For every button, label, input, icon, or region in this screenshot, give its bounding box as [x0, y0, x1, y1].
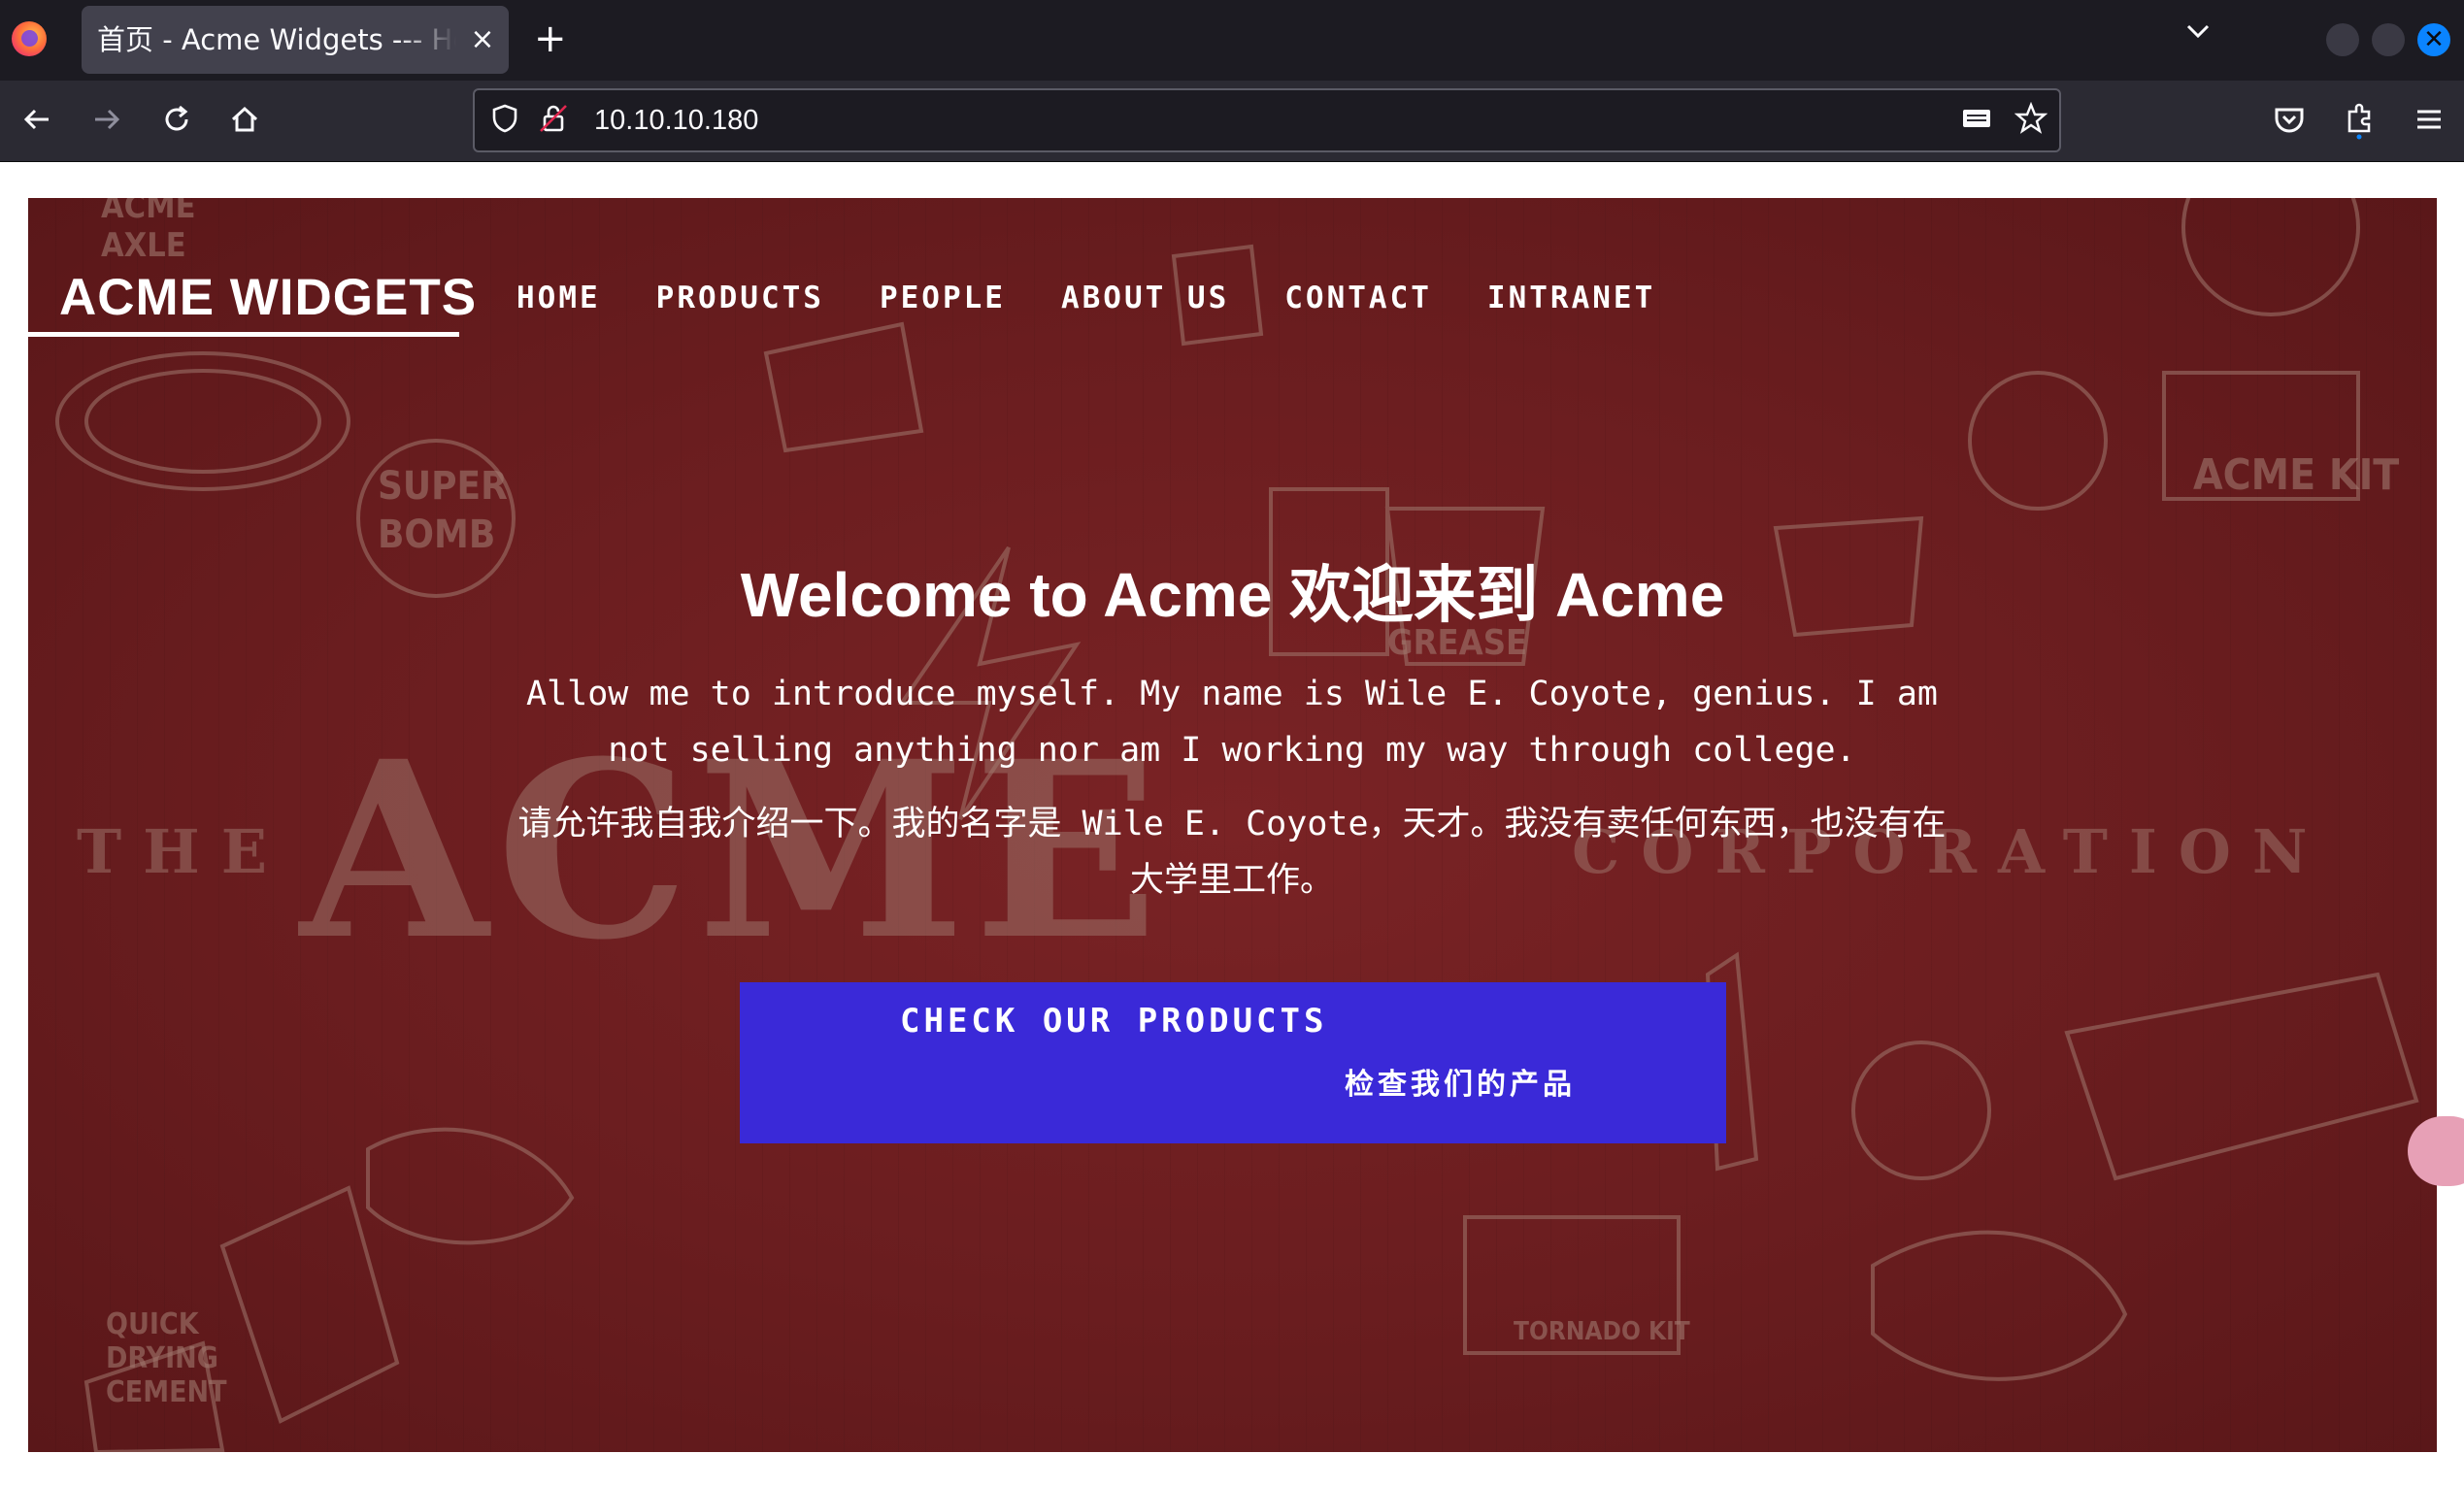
cta-label-en: CHECK OUR PRODUCTS [900, 1002, 1328, 1041]
intro-text-en: Allow me to introduce myself. My name is… [526, 675, 1938, 770]
site-logo-text: ACME WIDGETS [59, 269, 478, 326]
svg-text:DRYING: DRYING [106, 1341, 218, 1375]
nav-home[interactable]: HOME [516, 274, 601, 322]
svg-text:TORNADO KIT: TORNADO KIT [1514, 1317, 1690, 1346]
cta-label-cn: 检查我们的产品 [1345, 1068, 1576, 1102]
tab-title: 首页 - Acme Widgets --- Home [97, 6, 456, 74]
svg-text:QUICK: QUICK [106, 1307, 200, 1341]
nav-people[interactable]: PEOPLE [880, 274, 1006, 322]
intro-text-cn: 请允许我自我介绍一下。我的名字是 Wile E. Coyote，天才。我没有卖任… [517, 805, 1947, 900]
tab-close-icon[interactable]: × [468, 6, 497, 74]
chevron-down-icon[interactable] [2182, 16, 2214, 55]
firefox-logo-icon[interactable] [12, 21, 47, 56]
back-icon[interactable] [16, 98, 58, 141]
reader-icon[interactable] [1958, 102, 1995, 139]
svg-text:ACME: ACME [101, 198, 195, 226]
svg-text:AXLE: AXLE [101, 226, 186, 265]
window-maximize-button[interactable] [2372, 23, 2405, 56]
lock-icon[interactable] [535, 102, 572, 139]
forward-icon[interactable] [85, 98, 128, 141]
browser-tab-active[interactable]: 首页 - Acme Widgets --- Home × [82, 6, 509, 74]
nav-contact[interactable]: CONTACT [1284, 274, 1432, 322]
window-close-icon[interactable]: ✕ [2417, 23, 2450, 56]
shield-icon[interactable] [486, 102, 523, 139]
url-text[interactable]: 10.10.10.180 [594, 90, 758, 150]
nav-products[interactable]: PRODUCTS [656, 274, 824, 322]
url-bar[interactable]: 10.10.10.180 [473, 88, 2061, 152]
bookmark-star-icon[interactable] [2013, 101, 2049, 139]
new-tab-button[interactable]: + [534, 16, 567, 62]
home-icon[interactable] [223, 98, 266, 141]
nav-about-us[interactable]: ABOUT US [1061, 274, 1229, 322]
page-bottom-margin [0, 1452, 2464, 1487]
svg-text:ACME KIT: ACME KIT [2193, 450, 2399, 500]
site-logo[interactable]: ACME WIDGETS [59, 268, 477, 327]
hero-headline: Welcome to Acme 欢迎来到 Acme [740, 560, 1725, 630]
main-navigation: HOME PRODUCTS PEOPLE ABOUT US CONTACT IN… [516, 274, 1711, 322]
nav-intranet[interactable]: INTRANET [1487, 274, 1655, 322]
menu-icon[interactable] [2408, 98, 2450, 141]
pocket-icon[interactable] [2268, 98, 2311, 141]
hero-section: THE ACME CORPORATION ACME AXLE SUPER BOM… [28, 198, 2437, 1452]
extensions-icon[interactable] [2338, 98, 2381, 141]
svg-text:CEMENT: CEMENT [106, 1375, 227, 1409]
browser-toolbar: 10.10.10.180 [0, 81, 2464, 162]
check-products-button[interactable]: CHECK OUR PRODUCTS 检查我们的产品 [740, 982, 1726, 1143]
window-minimize-button[interactable] [2326, 23, 2359, 56]
logo-underline [28, 332, 459, 337]
browser-tab-strip: 首页 - Acme Widgets --- Home × + ✕ [0, 0, 2464, 81]
svg-text:SUPER: SUPER [378, 464, 508, 509]
svg-text:THE: THE [77, 816, 288, 887]
reload-icon[interactable] [155, 98, 198, 141]
